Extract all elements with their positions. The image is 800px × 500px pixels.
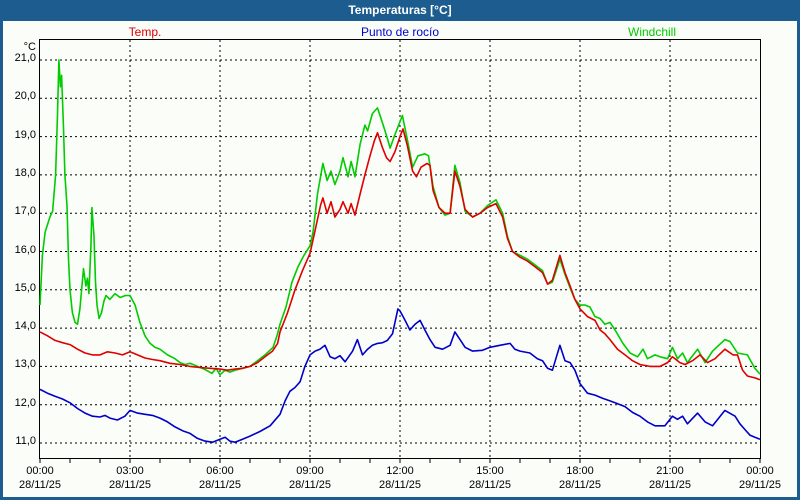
x-tick-label: 06:0028/11/25: [199, 464, 241, 492]
x-tick-time: 03:00: [109, 464, 151, 478]
y-tick-label: 16,0: [0, 244, 36, 256]
legend-label-dew-point: Punto de rocío: [361, 25, 439, 39]
x-tick-date: 28/11/25: [19, 478, 61, 492]
x-tick-time: 12:00: [379, 464, 421, 478]
y-tick-label: 14,0: [0, 320, 36, 332]
x-tick-time: 15:00: [469, 464, 511, 478]
legend-label-temp: Temp.: [129, 25, 162, 39]
y-tick-label: 18,0: [0, 167, 36, 179]
x-tick-label: 21:0028/11/25: [649, 464, 691, 492]
x-tick-time: 09:00: [289, 464, 331, 478]
legend-item-windchill: Windchill: [628, 25, 676, 39]
windchill-line: [40, 60, 760, 375]
x-tick-time: 21:00: [649, 464, 691, 478]
y-tick-label: 11,0: [0, 435, 36, 447]
y-tick-label: 17,0: [0, 205, 36, 217]
x-tick-date: 28/11/25: [559, 478, 601, 492]
x-tick-date: 28/11/25: [289, 478, 331, 492]
x-tick-time: 06:00: [199, 464, 241, 478]
x-tick-time: 00:00: [19, 464, 61, 478]
legend-item-dew-point: Punto de rocío: [361, 25, 439, 39]
y-tick-label: 19,0: [0, 129, 36, 141]
window-title: Temperaturas [°C]: [348, 3, 451, 17]
y-tick-label: 12,0: [0, 397, 36, 409]
window-titlebar: Temperaturas [°C]: [0, 0, 800, 21]
x-tick-label: 03:0028/11/25: [109, 464, 151, 492]
x-tick-date: 28/11/25: [199, 478, 241, 492]
y-tick-label: 15,0: [0, 282, 36, 294]
y-tick-label: 13,0: [0, 358, 36, 370]
x-tick-label: 12:0028/11/25: [379, 464, 421, 492]
chart-window: Temperaturas [°C] Temp. Punto de rocío W…: [0, 0, 800, 500]
x-tick-date: 28/11/25: [469, 478, 511, 492]
x-tick-date: 28/11/25: [649, 478, 691, 492]
plot-area: [39, 39, 761, 459]
x-tick-label: 00:0029/11/25: [739, 464, 781, 492]
x-tick-label: 18:0028/11/25: [559, 464, 601, 492]
x-tick-date: 28/11/25: [379, 478, 421, 492]
plot-svg: [40, 40, 760, 458]
x-tick-time: 00:00: [739, 464, 781, 478]
x-tick-label: 09:0028/11/25: [289, 464, 331, 492]
x-tick-date: 29/11/25: [739, 478, 781, 492]
x-tick-label: 00:0028/11/25: [19, 464, 61, 492]
y-tick-label: 21,0: [0, 52, 36, 64]
x-tick-date: 28/11/25: [109, 478, 151, 492]
legend-item-temp: Temp.: [129, 25, 162, 39]
legend-label-windchill: Windchill: [628, 25, 676, 39]
x-tick-label: 15:0028/11/25: [469, 464, 511, 492]
x-tick-time: 18:00: [559, 464, 601, 478]
y-tick-label: 20,0: [0, 90, 36, 102]
